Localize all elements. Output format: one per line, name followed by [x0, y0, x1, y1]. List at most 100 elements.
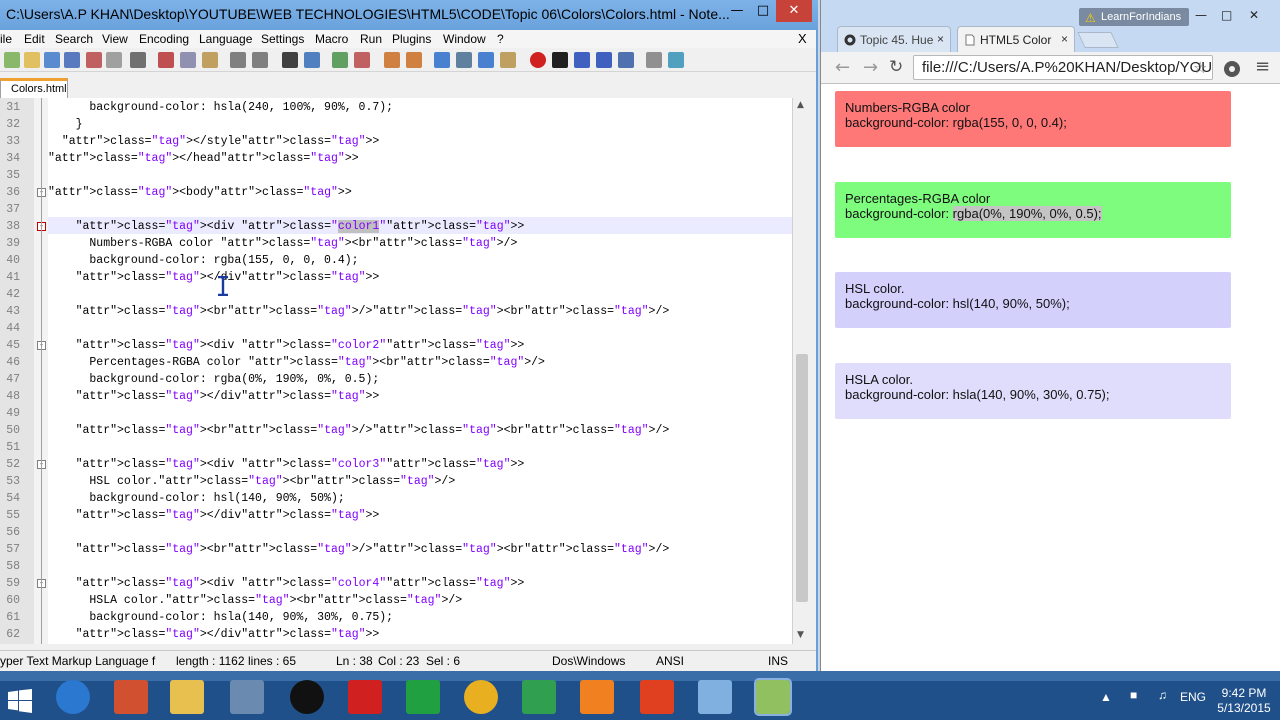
launch-browser-icon[interactable]	[646, 52, 662, 68]
media-icon[interactable]	[640, 680, 674, 714]
vertical-scrollbar[interactable]: ▲ ▼	[792, 98, 810, 644]
new-tab-button[interactable]	[1077, 32, 1119, 48]
language-indicator[interactable]: ENG	[1180, 690, 1206, 704]
game-icon[interactable]	[348, 680, 382, 714]
internet-explorer-icon[interactable]	[56, 680, 90, 714]
stop-macro-icon[interactable]	[552, 52, 568, 68]
extension-icon[interactable]	[1223, 60, 1241, 78]
bookmark-star-icon[interactable]: ☆	[1193, 58, 1207, 77]
line-number: 60	[6, 594, 20, 607]
menu-run[interactable]: Run	[360, 32, 382, 46]
chrome-minimize-button[interactable]: —	[1195, 8, 1207, 22]
tab-close-icon[interactable]: ×	[1061, 32, 1068, 46]
menu-settings[interactable]: Settings	[261, 32, 304, 46]
maximize-button[interactable]: □	[748, 0, 778, 22]
tab-colors-html[interactable]: Colors.html	[0, 78, 68, 98]
address-bar[interactable]: file:///C:/Users/A.P%20KHAN/Desktop/YOUT…	[913, 55, 1213, 80]
menu-bar: ile Edit Search View Encoding Language S…	[0, 30, 816, 48]
menu-file[interactable]: ile	[0, 32, 12, 46]
tab-topic-45[interactable]: Topic 45. Hue ×	[837, 26, 951, 52]
code-editor[interactable]: 31 32 33 34 35 36 37 38 39 40 41 42 43 44 45 46 47 48 49 50…	[0, 98, 792, 644]
reload-icon[interactable]: ↻	[889, 57, 903, 77]
code-line: background-color: rgba(0%, 190%, 0%, 0.5…	[48, 373, 380, 386]
menu-icon[interactable]: ≡	[1255, 56, 1270, 77]
volume-icon[interactable]: ♫	[1158, 688, 1167, 702]
close-file-icon[interactable]	[86, 52, 102, 68]
app-p-icon[interactable]	[290, 680, 324, 714]
menu-language[interactable]: Language	[199, 32, 252, 46]
indent-guide-icon[interactable]	[478, 52, 494, 68]
run-macro-multiple-icon[interactable]	[596, 52, 612, 68]
menu-macro[interactable]: Macro	[315, 32, 348, 46]
save-all-icon[interactable]	[64, 52, 80, 68]
chrome-maximize-button[interactable]: □	[1221, 8, 1232, 22]
windows-start-icon[interactable]	[8, 689, 32, 713]
store-icon[interactable]	[406, 680, 440, 714]
replace-icon[interactable]	[304, 52, 320, 68]
zoom-in-icon[interactable]	[332, 52, 348, 68]
clock[interactable]: 9:42 PM 5/13/2015	[1214, 686, 1274, 716]
profile-button[interactable]: ⚠ LearnForIndians	[1079, 8, 1190, 26]
sync-vertical-icon[interactable]	[384, 52, 400, 68]
menu-encoding[interactable]: Encoding	[139, 32, 189, 46]
network-icon[interactable]: ■	[1130, 688, 1137, 702]
find-icon[interactable]	[282, 52, 298, 68]
status-length: length : 1162	[176, 654, 245, 668]
line-number: 31	[6, 101, 20, 114]
chrome-close-button[interactable]: ✕	[1249, 8, 1259, 22]
notepadpp-taskbar-icon[interactable]	[754, 678, 792, 716]
paste-icon[interactable]	[202, 52, 218, 68]
play-macro-icon[interactable]	[574, 52, 590, 68]
close-document-button[interactable]: X	[798, 31, 807, 46]
forward-icon[interactable]: →	[863, 57, 878, 78]
vlc-icon[interactable]	[580, 680, 614, 714]
zoom-out-icon[interactable]	[354, 52, 370, 68]
menu-edit[interactable]: Edit	[24, 32, 45, 46]
copy-icon[interactable]	[180, 52, 196, 68]
code-line: "attr">class="tag"></head"attr">class="t…	[48, 152, 359, 165]
show-all-chars-icon[interactable]	[456, 52, 472, 68]
tool-icon[interactable]	[230, 680, 264, 714]
tab-close-icon[interactable]: ×	[937, 32, 944, 46]
word-wrap-icon[interactable]	[434, 52, 450, 68]
spell-check-icon[interactable]	[668, 52, 684, 68]
menu-view[interactable]: View	[102, 32, 128, 46]
new-file-icon[interactable]	[4, 52, 20, 68]
code-line: background-color: hsla(240, 100%, 90%, 0…	[48, 101, 394, 114]
close-button[interactable]: ✕	[776, 0, 812, 22]
print-icon[interactable]	[130, 52, 146, 68]
cut-icon[interactable]	[158, 52, 174, 68]
tab-label: HTML5 Color	[980, 33, 1052, 47]
chrome-icon[interactable]	[464, 680, 498, 714]
notepad-window: C:\Users\A.P KHAN\Desktop\YOUTUBE\WEB TE…	[0, 0, 818, 671]
menu-search[interactable]: Search	[55, 32, 93, 46]
doc-map-icon[interactable]	[500, 52, 516, 68]
close-all-icon[interactable]	[106, 52, 122, 68]
line-number: 32	[6, 118, 20, 131]
status-mode: INS	[768, 654, 789, 668]
scroll-up-icon[interactable]: ▲	[797, 100, 804, 110]
redo-icon[interactable]	[252, 52, 268, 68]
scroll-thumb[interactable]	[796, 354, 808, 602]
file-explorer-icon[interactable]	[170, 680, 204, 714]
menu-plugins[interactable]: Plugins	[392, 32, 431, 46]
spreadsheet-icon[interactable]	[522, 680, 556, 714]
menu-help[interactable]: ?	[497, 32, 504, 46]
clock-time: 9:42 PM	[1221, 686, 1267, 700]
tray-up-icon[interactable]: ▲	[1100, 690, 1112, 704]
save-icon[interactable]	[44, 52, 60, 68]
undo-icon[interactable]	[230, 52, 246, 68]
save-macro-icon[interactable]	[618, 52, 634, 68]
code-line: background-color: hsl(140, 90%, 50%);	[48, 492, 345, 505]
sync-horizontal-icon[interactable]	[406, 52, 422, 68]
menu-window[interactable]: Window	[443, 32, 486, 46]
record-macro-icon[interactable]	[530, 52, 546, 68]
status-line: Ln : 38	[336, 654, 373, 668]
scroll-down-icon[interactable]: ▼	[797, 630, 804, 640]
app-icon[interactable]	[114, 680, 148, 714]
notepad-taskbar-icon[interactable]	[698, 680, 732, 714]
back-icon[interactable]: ←	[835, 57, 850, 78]
clock-date: 5/13/2015	[1217, 701, 1271, 715]
open-file-icon[interactable]	[24, 52, 40, 68]
tab-html5-color[interactable]: HTML5 Color ×	[957, 26, 1075, 52]
